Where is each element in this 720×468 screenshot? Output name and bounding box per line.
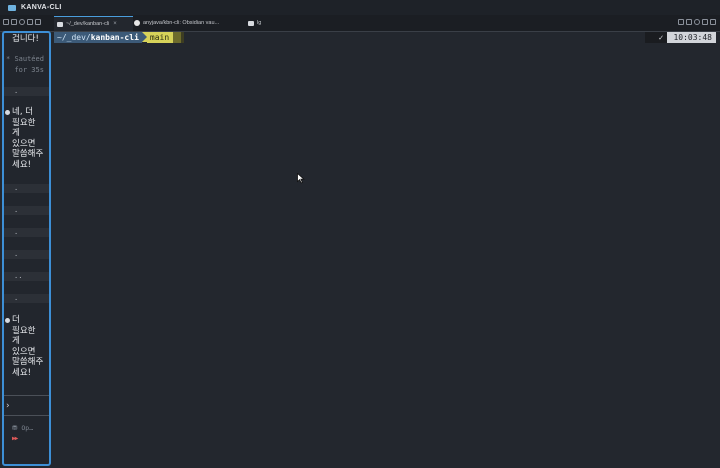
model-status: ⛃ Op… bbox=[12, 424, 34, 432]
exit-status-check-icon: ✓ bbox=[644, 32, 668, 43]
split-view-icon[interactable] bbox=[3, 19, 9, 25]
tab-bar: ~/_dev/kanban-cli × anyjava/kbn-cli: Obs… bbox=[0, 15, 720, 32]
mouse-cursor-icon bbox=[297, 173, 305, 184]
sparkle-icon: * bbox=[6, 55, 11, 63]
collapsed-row[interactable]: . bbox=[4, 184, 49, 193]
panel-icon[interactable] bbox=[710, 19, 716, 25]
globe-icon[interactable] bbox=[19, 19, 25, 25]
message-bullet-icon bbox=[5, 110, 10, 115]
collapsed-row[interactable]: . bbox=[4, 228, 49, 237]
git-branch: main bbox=[146, 32, 174, 43]
input-prompt-chevron-icon[interactable]: › bbox=[5, 401, 10, 411]
folder-icon bbox=[8, 4, 16, 11]
prompt-time: 10:03:48 bbox=[667, 32, 716, 43]
terminal-icon bbox=[57, 21, 63, 27]
tab-bar-right-controls bbox=[678, 19, 716, 25]
right-prompt: ✓ 10:03:48 bbox=[644, 32, 716, 43]
prompt-tail bbox=[173, 32, 182, 43]
collapsed-row[interactable]: . bbox=[4, 87, 49, 96]
tab-label: anyjava/kbn-cli: Obsidian vau... bbox=[143, 20, 220, 26]
assistant-message: 네, 더 필요한 게 있으면 말씀해주 세요! bbox=[12, 107, 44, 170]
split-view-icon[interactable] bbox=[678, 19, 684, 25]
divider bbox=[4, 395, 49, 396]
prompt-path: ~/_dev/kanban-cli bbox=[54, 32, 142, 43]
globe-icon[interactable] bbox=[694, 19, 700, 25]
collapsed-row[interactable]: . bbox=[4, 294, 49, 303]
tab-lg[interactable]: lg bbox=[248, 16, 278, 30]
side-panel[interactable]: 겁니다! * Sautéed for 35s . 네, 더 필요한 게 있으면 … bbox=[2, 31, 51, 466]
assistant-message: 더 필요한 게 있으면 말씀해주 세요! bbox=[12, 315, 44, 378]
divider bbox=[4, 415, 49, 416]
title-bar: KANVA-CLI bbox=[0, 0, 720, 16]
message-tail: 겁니다! bbox=[12, 34, 39, 44]
window-icon[interactable] bbox=[686, 19, 692, 25]
fast-forward-icon[interactable]: ▶▶ bbox=[12, 435, 18, 442]
grid-icon[interactable] bbox=[27, 19, 33, 25]
collapsed-row[interactable]: . bbox=[4, 250, 49, 259]
window-icon[interactable] bbox=[11, 19, 17, 25]
tab-kanban-cli[interactable]: ~/_dev/kanban-cli × bbox=[54, 16, 133, 31]
github-icon bbox=[134, 20, 140, 26]
shell-prompt: ~/_dev/kanban-cli main bbox=[54, 32, 185, 43]
message-bullet-icon bbox=[5, 318, 10, 323]
tab-bar-left-controls bbox=[3, 19, 41, 25]
terminal-icon bbox=[248, 20, 254, 26]
collapsed-row[interactable]: . bbox=[4, 206, 49, 215]
tab-github-obsidian[interactable]: anyjava/kbn-cli: Obsidian vau... bbox=[134, 16, 244, 30]
close-icon[interactable]: × bbox=[113, 21, 117, 27]
tab-label: lg bbox=[257, 20, 262, 26]
collapsed-row[interactable]: .. bbox=[4, 272, 49, 281]
panel-icon[interactable] bbox=[35, 19, 41, 25]
tab-label: ~/_dev/kanban-cli bbox=[66, 21, 110, 27]
window-title: KANVA-CLI bbox=[21, 4, 62, 11]
status-text: * Sautéed for 35s bbox=[6, 55, 44, 74]
grid-icon[interactable] bbox=[702, 19, 708, 25]
prompt-tail bbox=[181, 32, 185, 43]
robot-icon: ⛃ bbox=[12, 424, 18, 432]
